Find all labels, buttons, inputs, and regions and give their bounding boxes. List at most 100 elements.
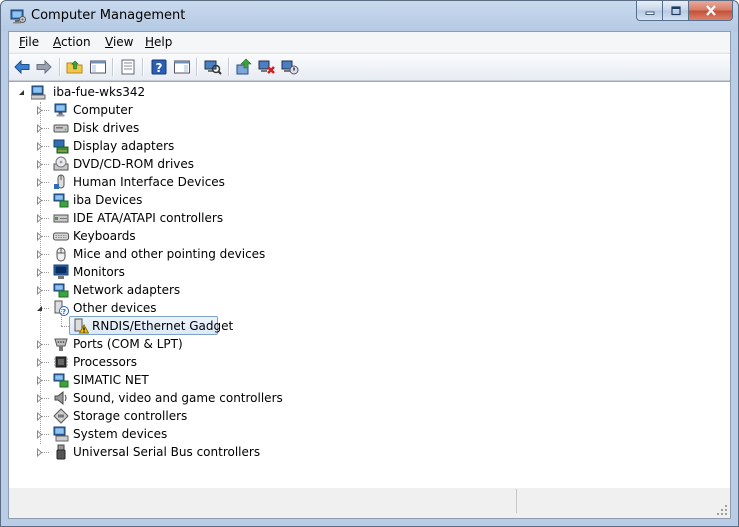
- collapse-arrow-icon[interactable]: [35, 304, 44, 313]
- maximize-icon: [670, 5, 681, 15]
- status-pane-left: [9, 489, 517, 513]
- update-driver-icon[interactable]: [235, 58, 253, 76]
- usb-icon: [56, 444, 66, 460]
- close-icon: [705, 5, 716, 16]
- forward-arrow-icon[interactable]: [35, 58, 53, 76]
- expand-arrow-icon[interactable]: [35, 394, 44, 403]
- scan-hardware-icon[interactable]: [204, 58, 222, 76]
- tree-category-node[interactable]: ? Other devices: [9, 299, 409, 317]
- speaker-icon: [54, 390, 67, 406]
- tree-category-label: Keyboards: [73, 229, 136, 243]
- resize-grip-icon[interactable]: [716, 504, 728, 516]
- enable-device-icon[interactable]: [281, 58, 299, 76]
- port-icon: [54, 338, 68, 351]
- expand-arrow-icon[interactable]: [35, 412, 44, 421]
- tree-category-label: Monitors: [73, 265, 125, 279]
- computer-icon: [54, 103, 67, 117]
- tree-category-node[interactable]: Monitors: [9, 263, 409, 281]
- back-arrow-icon[interactable]: [13, 58, 31, 76]
- close-button[interactable]: [689, 1, 733, 21]
- tree-category-node[interactable]: Sound, video and game controllers: [9, 389, 409, 407]
- expand-arrow-icon[interactable]: [35, 430, 44, 439]
- expand-arrow-icon[interactable]: [35, 268, 44, 277]
- expand-arrow-icon[interactable]: [35, 106, 44, 115]
- tree-root-node[interactable]: iba-fue-wks342: [9, 83, 309, 101]
- tree-category-node[interactable]: Storage controllers: [9, 407, 409, 425]
- svg-text:?: ?: [62, 308, 66, 316]
- window-title: Computer Management: [31, 8, 186, 23]
- expand-arrow-icon[interactable]: [35, 232, 44, 241]
- expand-arrow-icon[interactable]: [35, 376, 44, 385]
- expand-arrow-icon[interactable]: [35, 160, 44, 169]
- expand-arrow-icon[interactable]: [35, 286, 44, 295]
- dvd-drive-icon: [53, 156, 69, 171]
- tree-category-node[interactable]: Computer: [9, 101, 409, 119]
- tree-category-node[interactable]: Ports (COM & LPT): [9, 335, 409, 353]
- properties-icon[interactable]: [119, 58, 137, 76]
- menu-action[interactable]: Action: [53, 35, 91, 49]
- expand-arrow-icon[interactable]: [35, 250, 44, 259]
- uninstall-icon[interactable]: [258, 58, 276, 76]
- tree-category-node[interactable]: Keyboards: [9, 227, 409, 245]
- show-hide-console-tree-icon[interactable]: [89, 58, 107, 76]
- tree-category-node[interactable]: Disk drives: [9, 119, 409, 137]
- hid-icon: [54, 174, 65, 189]
- menu-help[interactable]: Help: [145, 35, 172, 49]
- tree-category-node[interactable]: Display adapters: [9, 137, 409, 155]
- tree-category-node[interactable]: Processors: [9, 353, 409, 371]
- computer-management-icon: [10, 9, 26, 24]
- menu-view[interactable]: View: [105, 35, 133, 49]
- maximize-button[interactable]: [663, 1, 689, 21]
- expand-arrow-icon[interactable]: [35, 142, 44, 151]
- network-device-icon: [53, 373, 69, 388]
- tree-category-node[interactable]: Universal Serial Bus controllers: [9, 443, 409, 461]
- tree-category-node[interactable]: Human Interface Devices: [9, 173, 409, 191]
- tree-category-node[interactable]: iba Devices: [9, 191, 409, 209]
- tree-category-label: Universal Serial Bus controllers: [73, 445, 261, 459]
- status-bar: [9, 488, 730, 518]
- tree-category-label: Computer: [73, 103, 133, 117]
- menu-bar: File Action View Help: [9, 32, 730, 52]
- expand-arrow-icon[interactable]: [35, 178, 44, 187]
- disk-drive-icon: [53, 124, 69, 133]
- up-folder-icon[interactable]: [66, 58, 84, 76]
- help-icon[interactable]: ?: [150, 58, 168, 76]
- minimize-icon: [645, 11, 654, 15]
- tree-category-node[interactable]: SIMATIC NET: [9, 371, 409, 389]
- tree-category-label: Storage controllers: [73, 409, 188, 423]
- menu-action-rest: ction: [61, 35, 91, 49]
- tree-category-node[interactable]: Mice and other pointing devices: [9, 245, 409, 263]
- menu-file-rest: ile: [25, 35, 40, 49]
- tree-category-node[interactable]: System devices: [9, 425, 409, 443]
- tree-category-label: IDE ATA/ATAPI controllers: [73, 211, 224, 225]
- expand-arrow-icon[interactable]: [35, 358, 44, 367]
- expand-arrow-icon[interactable]: [35, 124, 44, 133]
- expand-arrow-icon[interactable]: [35, 196, 44, 205]
- tree-category-node[interactable]: IDE ATA/ATAPI controllers: [9, 209, 409, 227]
- menu-view-rest: iew: [112, 35, 134, 49]
- tree-category-node[interactable]: Network adapters: [9, 281, 409, 299]
- mouse-icon: [56, 247, 66, 262]
- action-pane-icon[interactable]: [173, 58, 191, 76]
- display-adapter-icon: [53, 139, 69, 154]
- toolbar-separator: [59, 58, 61, 76]
- client-area: File Action View Help ? iba-fue-wks342 C…: [8, 31, 731, 519]
- tree-guide-line: [61, 326, 69, 327]
- title-bar[interactable]: Computer Management: [1, 1, 738, 31]
- computer-icon: [31, 85, 46, 100]
- expand-arrow-icon[interactable]: [35, 448, 44, 457]
- device-tree[interactable]: iba-fue-wks342 Computer Disk drives Displa…: [9, 81, 730, 491]
- tree-device-node[interactable]: RNDIS/Ethernet Gadget: [9, 309, 409, 335]
- menu-view-accel: V: [105, 35, 113, 49]
- tree-category-node[interactable]: DVD/CD-ROM drives: [9, 155, 409, 173]
- collapse-arrow-icon[interactable]: [17, 88, 26, 97]
- menu-file[interactable]: File: [19, 35, 39, 49]
- expand-arrow-icon[interactable]: [35, 214, 44, 223]
- tree-category-label: System devices: [73, 427, 168, 441]
- minimize-button[interactable]: [636, 1, 663, 21]
- tree-category-label: Ports (COM & LPT): [73, 337, 183, 351]
- tree-category-label: Display adapters: [73, 139, 175, 153]
- tree-category-label: SIMATIC NET: [73, 373, 149, 387]
- expand-arrow-icon[interactable]: [35, 340, 44, 349]
- network-adapter-icon: [53, 283, 69, 298]
